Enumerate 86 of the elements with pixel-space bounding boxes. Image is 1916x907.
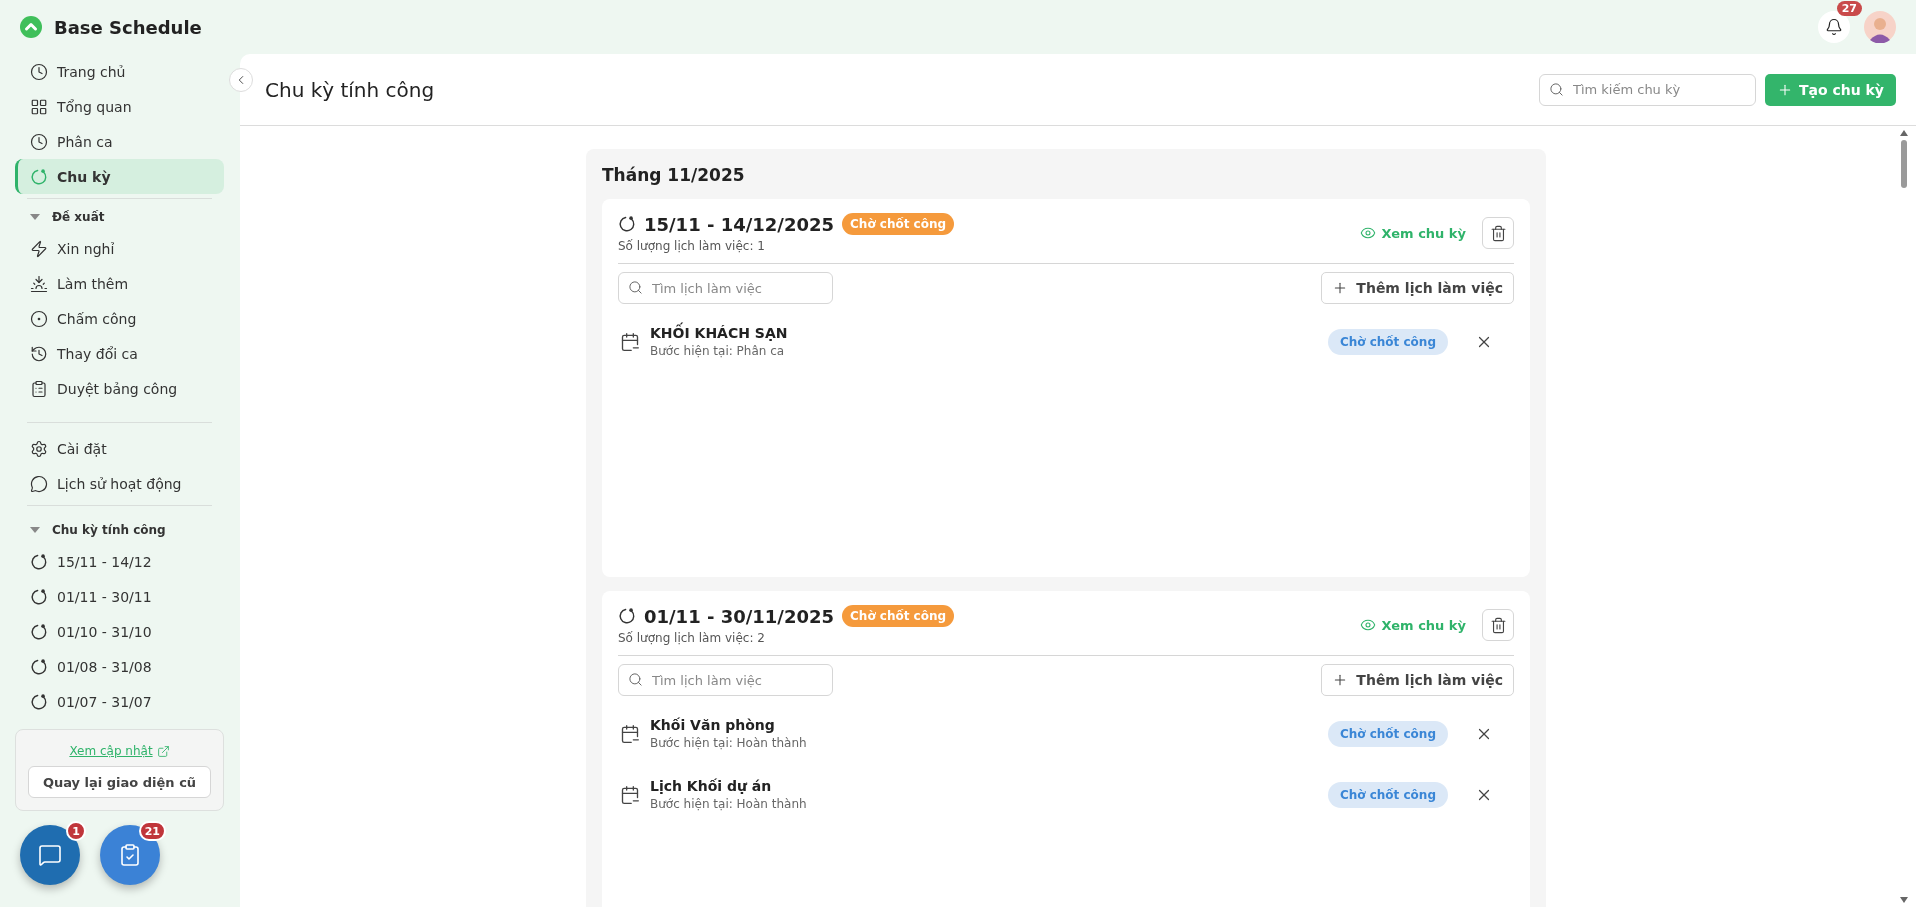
add-schedule-button[interactable]: Thêm lịch làm việc <box>1321 664 1514 696</box>
status-badge: Chờ chốt công <box>1327 720 1448 747</box>
trash-icon <box>1489 224 1507 242</box>
calendar-icon <box>620 331 640 352</box>
status-badge: Chờ chốt công <box>1327 781 1448 808</box>
search-field[interactable]: Tìm lịch làm việc <box>618 664 833 696</box>
group-header[interactable]: Chu kỳ tính công <box>15 516 224 544</box>
add-schedule-button[interactable]: Thêm lịch làm việc <box>1321 272 1514 304</box>
sidebar-item[interactable]: Tổng quan <box>15 89 224 124</box>
status-badge: Chờ chốt công <box>842 213 955 235</box>
clock-icon <box>30 62 48 81</box>
sidebar-item[interactable]: 01/08 - 31/08 <box>15 649 224 684</box>
sidebar-item[interactable]: Làm thêm <box>15 266 224 301</box>
avatar[interactable] <box>1864 11 1896 43</box>
cycle-icon <box>30 622 48 641</box>
delete-button[interactable] <box>1482 609 1514 641</box>
sunset-icon <box>30 274 48 293</box>
message-icon <box>38 843 62 867</box>
notification-button[interactable] <box>1818 11 1850 43</box>
sidebar-item[interactable]: Phân ca <box>15 124 224 159</box>
grid-icon <box>30 97 48 116</box>
schedule-name: Lịch Khối dự án <box>650 778 773 794</box>
lightning-icon <box>30 239 48 258</box>
sidebar-item[interactable]: Cài đặt <box>15 431 224 466</box>
schedule-name: Khối Văn phòng <box>650 717 776 733</box>
clipboard-check-icon <box>118 843 142 867</box>
calendar-icon <box>620 784 640 805</box>
sidebar-item[interactable]: Lịch sử hoạt động <box>15 466 224 501</box>
clock-icon <box>30 132 48 151</box>
cycle-icon <box>618 215 636 233</box>
bell-icon <box>1825 18 1843 36</box>
clipboard-icon <box>30 379 48 398</box>
trash-icon <box>1489 616 1507 634</box>
status-badge: Chờ chốt công <box>842 605 955 627</box>
group-header[interactable]: Đề xuất <box>15 203 224 231</box>
delete-button[interactable] <box>1482 217 1514 249</box>
search-icon <box>1548 81 1564 97</box>
logo-icon <box>20 16 42 38</box>
cycle-range: 15/11 - 14/12/2025 <box>644 213 835 235</box>
settings-icon <box>30 439 48 458</box>
cycle-icon <box>30 167 48 186</box>
status-badge: Chờ chốt công <box>1327 328 1448 355</box>
sidebar-item[interactable]: 15/11 - 14/12 <box>15 544 224 579</box>
page-title: Chu kỳ tính công <box>265 77 435 102</box>
search-icon <box>628 280 643 295</box>
cycle-range: 01/11 - 30/11/2025 <box>644 605 835 627</box>
app-name: Base Schedule <box>54 16 202 38</box>
schedule-step: Bước hiện tại: Phân ca <box>650 344 1318 358</box>
cycle-icon <box>618 607 636 625</box>
chat-bubble-icon <box>30 474 48 493</box>
search-icon <box>628 672 643 687</box>
cycle-icon <box>30 552 48 571</box>
count-badge: 21 <box>138 821 166 841</box>
schedule-step: Bước hiện tại: Hoàn thành <box>650 797 1318 811</box>
cycle-icon <box>30 692 48 711</box>
sidebar-item[interactable]: 01/11 - 30/11 <box>15 579 224 614</box>
scrollbar-thumb[interactable] <box>1901 140 1907 188</box>
sidebar-item[interactable]: Duyệt bảng công <box>15 371 224 406</box>
eye-icon <box>1359 225 1376 241</box>
month-title: Tháng 11/2025 <box>602 165 746 185</box>
calendar-icon <box>620 723 640 744</box>
history-icon <box>30 344 48 363</box>
cycle-icon <box>30 587 48 606</box>
sidebar-item[interactable]: 01/07 - 31/07 <box>15 684 224 719</box>
schedule-step: Bước hiện tại: Hoàn thành <box>650 736 1318 750</box>
sidebar-item[interactable]: Xin nghỉ <box>15 231 224 266</box>
tasks-button[interactable] <box>100 825 160 885</box>
cycle-icon <box>30 657 48 676</box>
eye-icon <box>1359 617 1376 633</box>
schedule-count: Số lượng lịch làm việc: 2 <box>618 631 766 645</box>
search-field[interactable]: Tìm kiếm chu kỳ <box>1538 73 1756 106</box>
sidebar-item[interactable]: Thay đổi ca <box>15 336 224 371</box>
scroll-down-icon[interactable] <box>1900 897 1908 903</box>
external-link-icon <box>156 744 170 758</box>
schedule-count: Số lượng lịch làm việc: 1 <box>618 239 766 253</box>
old-interface-button[interactable]: Quay lại giao diện cũ <box>28 766 211 798</box>
scroll-up-icon[interactable] <box>1900 130 1908 136</box>
chat-button[interactable] <box>20 825 80 885</box>
notification-count: 27 <box>1836 1 1862 16</box>
sidebar-item[interactable]: Trang chủ <box>15 54 224 89</box>
search-field[interactable]: Tìm lịch làm việc <box>618 272 833 304</box>
sidebar-item[interactable]: 01/10 - 31/10 <box>15 614 224 649</box>
count-badge: 1 <box>66 821 86 841</box>
sidebar-item[interactable]: Chu kỳ <box>15 159 224 194</box>
circle-dot-icon <box>30 309 48 328</box>
sidebar-item[interactable]: Chấm công <box>15 301 224 336</box>
